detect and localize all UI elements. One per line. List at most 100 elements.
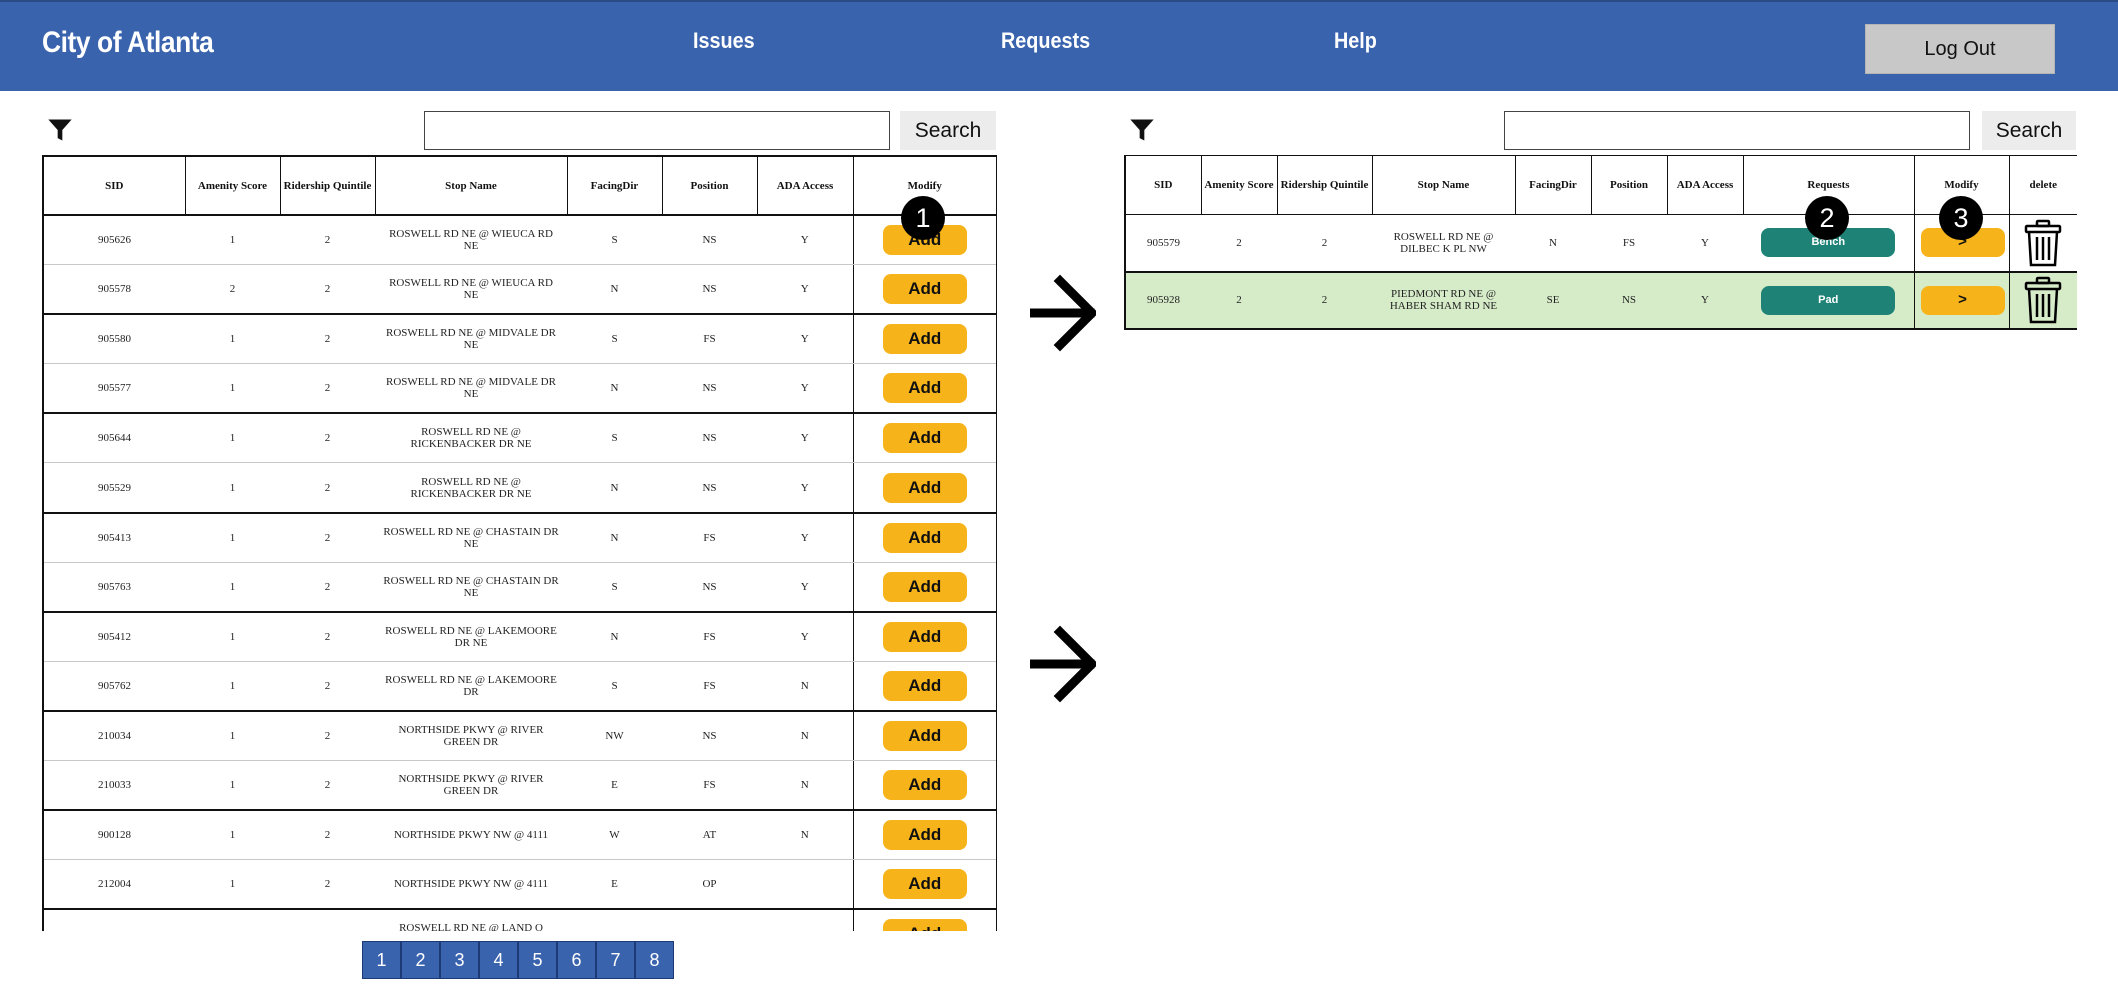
col-header-position[interactable]: Position: [661, 155, 758, 216]
cell-position: OP: [662, 859, 757, 910]
col-header-stop-name[interactable]: Stop Name: [374, 155, 568, 216]
add-button[interactable]: Add: [882, 423, 967, 454]
page-button-2[interactable]: 2: [401, 941, 440, 979]
cell-modify: Add: [852, 313, 997, 365]
nav-help[interactable]: Help: [1334, 28, 1377, 54]
cell-position: NS: [662, 462, 757, 514]
table-row: ROSWELL RD NE @ LAND O LAKES D Add: [42, 908, 997, 931]
add-button[interactable]: Add: [882, 919, 967, 931]
table-row: 905577 1 2 ROSWELL RD NE @ MIDVALE DR NE N NS…: [42, 363, 997, 414]
page-button-3[interactable]: 3: [440, 941, 479, 979]
cell-facing-dir: [567, 908, 662, 931]
stops-table-container[interactable]: SID Amenity Score Ridership Quintile Sto…: [42, 155, 997, 931]
col-header-stop-name[interactable]: Stop Name: [1371, 155, 1516, 215]
cell-amenity-score: 1: [185, 859, 280, 910]
page-button-4[interactable]: 4: [479, 941, 518, 979]
filter-icon[interactable]: [1128, 116, 1156, 144]
cell-position: [662, 908, 757, 931]
cell-ada-access: Y: [757, 412, 853, 464]
filter-icon[interactable]: [46, 116, 74, 144]
add-button[interactable]: Add: [882, 869, 967, 900]
cell-modify: Add: [852, 661, 997, 712]
page-button-7[interactable]: 7: [596, 941, 635, 979]
add-button[interactable]: Add: [882, 571, 967, 602]
cell-modify: Add: [852, 462, 997, 514]
add-button[interactable]: Add: [882, 720, 967, 751]
add-button[interactable]: Add: [882, 621, 967, 652]
col-header-amenity[interactable]: Amenity Score: [1200, 155, 1278, 215]
cell-ridership: 2: [280, 511, 375, 563]
requests-search-input[interactable]: [1504, 111, 1970, 150]
requests-table-container: SID Amenity Score Ridership Quintile Sto…: [1124, 155, 2077, 335]
cell-position: NS: [662, 215, 757, 266]
cell-modify: Add: [852, 809, 997, 861]
add-button[interactable]: Add: [882, 274, 967, 305]
cell-position: FS: [662, 610, 757, 662]
add-button[interactable]: Add: [882, 373, 967, 404]
nav-requests[interactable]: Requests: [1001, 28, 1090, 54]
page-button-6[interactable]: 6: [557, 941, 596, 979]
col-header-ada[interactable]: ADA Access: [1666, 155, 1744, 215]
cell-stop-name: ROSWELL RD NE @ CHASTAIN DR NE: [375, 511, 567, 563]
cell-facing-dir: N: [567, 610, 662, 662]
page-button-1[interactable]: 1: [362, 941, 401, 979]
col-header-ridership[interactable]: Ridership Quintile: [279, 155, 376, 216]
cell-ada-access: Y: [757, 462, 853, 514]
cell-ridership: 2: [1277, 214, 1372, 273]
col-header-ridership[interactable]: Ridership Quintile: [1276, 155, 1373, 215]
request-type-button[interactable]: Pad: [1761, 285, 1896, 315]
col-header-ada[interactable]: ADA Access: [756, 155, 854, 216]
cell-ada-access: [757, 908, 853, 931]
cell-position: NS: [1591, 271, 1667, 330]
logout-button[interactable]: Log Out: [1865, 24, 2055, 74]
cell-position: FS: [662, 661, 757, 712]
requests-search-button[interactable]: Search: [1982, 111, 2076, 150]
cell-ada-access: N: [757, 661, 853, 712]
page-button-8[interactable]: 8: [635, 941, 674, 979]
cell-ridership: 2: [280, 809, 375, 861]
pagination: 12345678: [362, 941, 674, 979]
table-row: 210033 1 2 NORTHSIDE PKWY @ RIVER GREEN DR E…: [42, 760, 997, 811]
cell-modify: Add: [852, 562, 997, 613]
table-row: 905578 2 2 ROSWELL RD NE @ WIEUCA RD NE N NS Y…: [42, 264, 997, 315]
table-row: 905413 1 2 ROSWELL RD NE @ CHASTAIN DR NE N F…: [42, 511, 997, 563]
cell-stop-name: ROSWELL RD NE @ MIDVALE DR NE: [375, 363, 567, 414]
cell-stop-name: PIEDMONT RD NE @ HABER SHAM RD NE: [1372, 271, 1515, 330]
top-navbar: City of Atlanta Issues Requests Help Log…: [0, 0, 2118, 91]
add-button[interactable]: Add: [882, 324, 967, 355]
page-button-5[interactable]: 5: [518, 941, 557, 979]
col-header-facing[interactable]: FacingDir: [1514, 155, 1592, 215]
nav-issues[interactable]: Issues: [693, 28, 755, 54]
add-button[interactable]: Add: [882, 770, 967, 801]
col-header-position[interactable]: Position: [1590, 155, 1668, 215]
cell-ada-access: Y: [757, 562, 853, 613]
cell-stop-name: ROSWELL RD NE @ LAKEMOORE DR NE: [375, 610, 567, 662]
col-header-amenity[interactable]: Amenity Score: [184, 155, 281, 216]
col-header-sid[interactable]: SID: [1124, 155, 1202, 215]
cell-stop-name: NORTHSIDE PKWY @ RIVER GREEN DR: [375, 709, 567, 762]
cell-sid: 905644: [42, 412, 185, 464]
cell-amenity-score: 1: [185, 661, 280, 712]
stops-search-input[interactable]: [424, 111, 890, 150]
col-header-facing[interactable]: FacingDir: [566, 155, 663, 216]
cell-sid: 905626: [42, 215, 185, 266]
trash-icon[interactable]: [2024, 276, 2062, 324]
modify-request-button[interactable]: >: [1920, 285, 2005, 315]
add-button[interactable]: Add: [882, 820, 967, 851]
add-button[interactable]: Add: [882, 670, 967, 701]
cell-ada-access: Y: [1667, 214, 1743, 273]
cell-modify: Add: [852, 412, 997, 464]
cell-ridership: 2: [1277, 271, 1372, 330]
cell-modify: Add: [852, 859, 997, 910]
cell-sid: 905578: [42, 264, 185, 315]
cell-stop-name: ROSWELL RD NE @ MIDVALE DR NE: [375, 313, 567, 365]
table-row: 905762 1 2 ROSWELL RD NE @ LAKEMOORE DR S FS N…: [42, 661, 997, 712]
stops-search-button[interactable]: Search: [900, 111, 996, 150]
add-button[interactable]: Add: [882, 472, 967, 503]
brand-title[interactable]: City of Atlanta: [42, 26, 214, 60]
cell-amenity-score: 2: [185, 264, 280, 315]
trash-icon[interactable]: [2024, 219, 2062, 267]
add-button[interactable]: Add: [882, 522, 967, 553]
col-header-sid[interactable]: SID: [42, 155, 186, 216]
cell-position: FS: [662, 760, 757, 811]
